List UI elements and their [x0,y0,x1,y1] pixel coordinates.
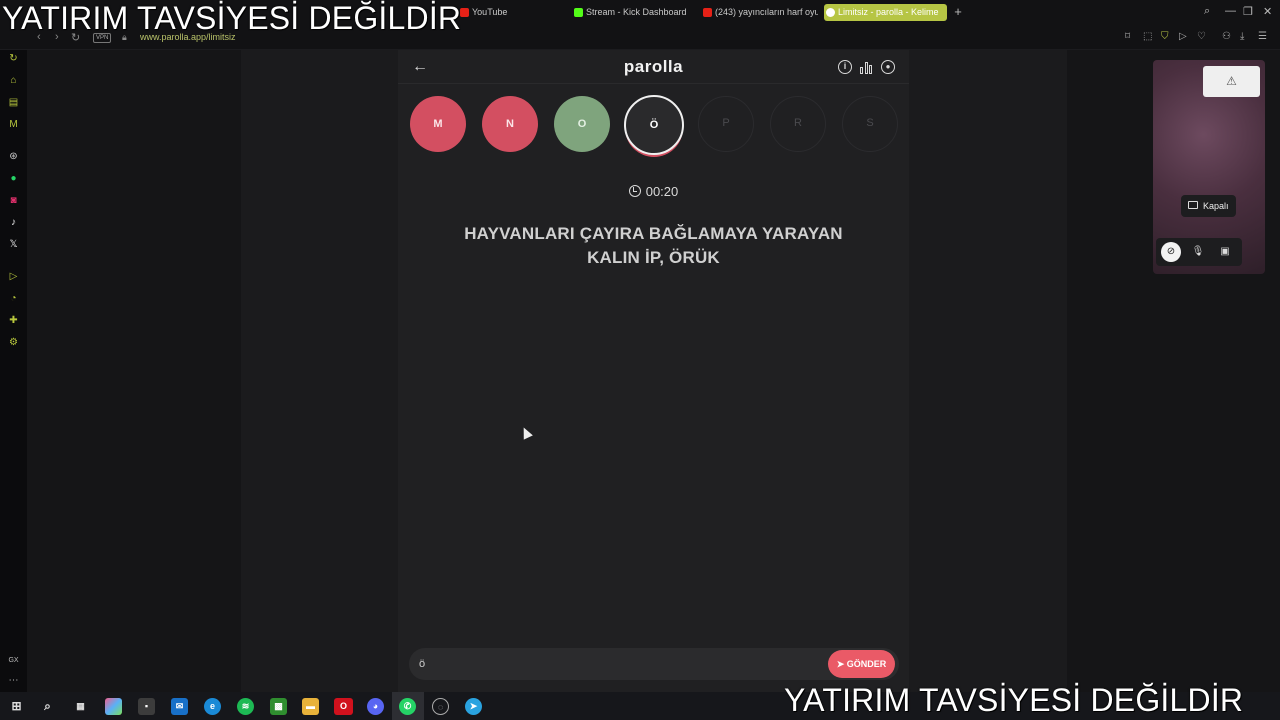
mail-icon[interactable]: ✉ [171,698,188,715]
watermark-bottom: YATIRIM TAVSİYESİ DEĞİLDİR [784,682,1244,718]
restore-icon[interactable]: ❐ [1243,5,1253,18]
heart-icon[interactable]: ♡ [1197,31,1206,42]
close-icon[interactable]: ✕ [1263,5,1272,18]
letter-circle-r: R [770,96,826,152]
youtube-icon [460,8,469,17]
sidebar-wallet-icon[interactable]: ▤ [7,96,20,109]
snapshot-icon[interactable]: ⬚ [1143,31,1152,42]
sidebar-tiktok-icon[interactable]: ♪ [7,216,20,229]
camera-status-badge: Kapalı [1181,195,1236,217]
webcam-controls: ⊘ 🎙︎ ▣ [1156,238,1242,266]
countdown-timer: 00:20 [398,184,909,199]
sidebar-gx-icon[interactable]: GX [7,654,20,667]
account-icon[interactable]: ⚇ [1222,31,1231,42]
tab-parolla[interactable]: Limitsiz - parolla - Kelime [824,4,947,21]
info-icon[interactable]: i [838,60,852,74]
letter-circle-n: N [482,96,538,152]
taskbar-search-icon[interactable]: ⌕ [39,698,56,715]
letter-circle-o: O [554,96,610,152]
tab-youtube-video[interactable]: (243) yayıncıların harf oyu [701,4,818,21]
spotify-icon[interactable]: ≋ [237,698,254,715]
download-icon[interactable]: ⤓ [1240,31,1244,42]
watermark-top: YATIRIM TAVSİYESİ DEĞİLDİR [2,0,462,36]
opera-gx-icon[interactable]: O [334,698,353,715]
screen-share-icon[interactable]: ▣ [1215,242,1235,262]
camera-off-icon [1188,201,1198,209]
send-button[interactable]: ➤ GÖNDER [828,650,895,678]
menu-icon[interactable]: ☰ [1258,31,1267,42]
sidebar-history-icon[interactable]: ◔ [7,292,20,305]
sidebar-shop-icon[interactable]: ⌂ [7,74,20,87]
answer-input[interactable] [419,656,809,672]
sidebar-chatgpt-icon[interactable]: ⊛ [7,150,20,163]
sidebar-whatsapp-icon[interactable]: ● [7,172,20,185]
sidebar-x-icon[interactable]: 𝕏 [7,238,20,251]
answer-bar: ➤ GÖNDER [409,648,899,680]
camera-toggle-icon[interactable]: ⊘ [1161,242,1181,262]
sidebar-m-icon[interactable]: M [7,118,20,131]
app-logo[interactable]: parolla [398,57,909,77]
letter-circle-s: S [842,96,898,152]
profile-icon[interactable]: ● [881,60,895,74]
obs-icon[interactable]: ◌ [432,698,449,715]
clue-text: HAYVANLARI ÇAYIRA BAĞLAMAYA YARAYAN KALI… [464,224,843,267]
send-icon: ➤ [836,659,847,669]
sidebar-speed-dial-icon[interactable]: ↻ [7,52,20,65]
youtube-icon [703,8,712,17]
letter-circle-current: Ö [624,95,684,155]
shield-icon[interactable]: ⛉ [1161,31,1169,42]
warning-icon[interactable]: ⚠ [1203,66,1260,97]
sidebar-extensions-icon[interactable]: ✚ [7,314,20,327]
player-icon[interactable]: ▷ [1179,31,1187,42]
windows-start-icon[interactable]: ⊞ [8,698,25,715]
task-view-icon[interactable]: ▦ [72,698,89,715]
sidebar-more-icon[interactable]: ⋯ [7,674,20,687]
whatsapp-icon[interactable]: ✆ [399,698,416,715]
tab-kick-dashboard[interactable]: Stream - Kick Dashboard [572,4,697,21]
letter-circle-p: P [698,96,754,152]
discord-icon[interactable]: ◕ [367,698,384,715]
minecraft-icon[interactable]: ▩ [270,698,287,715]
new-tab-button[interactable]: + [951,5,965,19]
file-explorer-icon[interactable]: ▬ [302,698,319,715]
stats-icon[interactable] [860,61,873,74]
microphone-icon[interactable]: 🎙︎ [1188,242,1208,262]
parolla-favicon [826,8,835,17]
letter-circle-m: M [410,96,466,152]
telegram-icon[interactable]: ➤ [465,698,482,715]
kick-icon [574,8,583,17]
search-icon[interactable]: ⌕ [1204,5,1210,18]
game-panel: ← parolla i ● M N O Ö P R S 00:20 HAYVAN… [398,50,909,692]
bookmark-icon[interactable]: ⌑ [1125,31,1130,42]
store-icon[interactable]: ▪ [138,698,155,715]
sidebar-player-icon[interactable]: ▷ [7,270,20,283]
edge-icon[interactable]: e [204,698,221,715]
browser-sidebar: ↻ ⌂ ▤ M ⊛ ● ◙ ♪ 𝕏 ▷ ◔ ✚ ⚙ GX ⋯ [0,50,27,692]
tab-youtube[interactable]: YouTube [458,4,568,21]
sidebar-instagram-icon[interactable]: ◙ [7,194,20,207]
clock-icon [628,185,641,197]
sidebar-settings-icon[interactable]: ⚙ [7,336,20,349]
copilot-icon[interactable] [105,698,122,715]
minimize-icon[interactable]: — [1225,5,1236,17]
page-left-margin [27,50,241,692]
game-header: ← parolla i ● [398,50,909,84]
